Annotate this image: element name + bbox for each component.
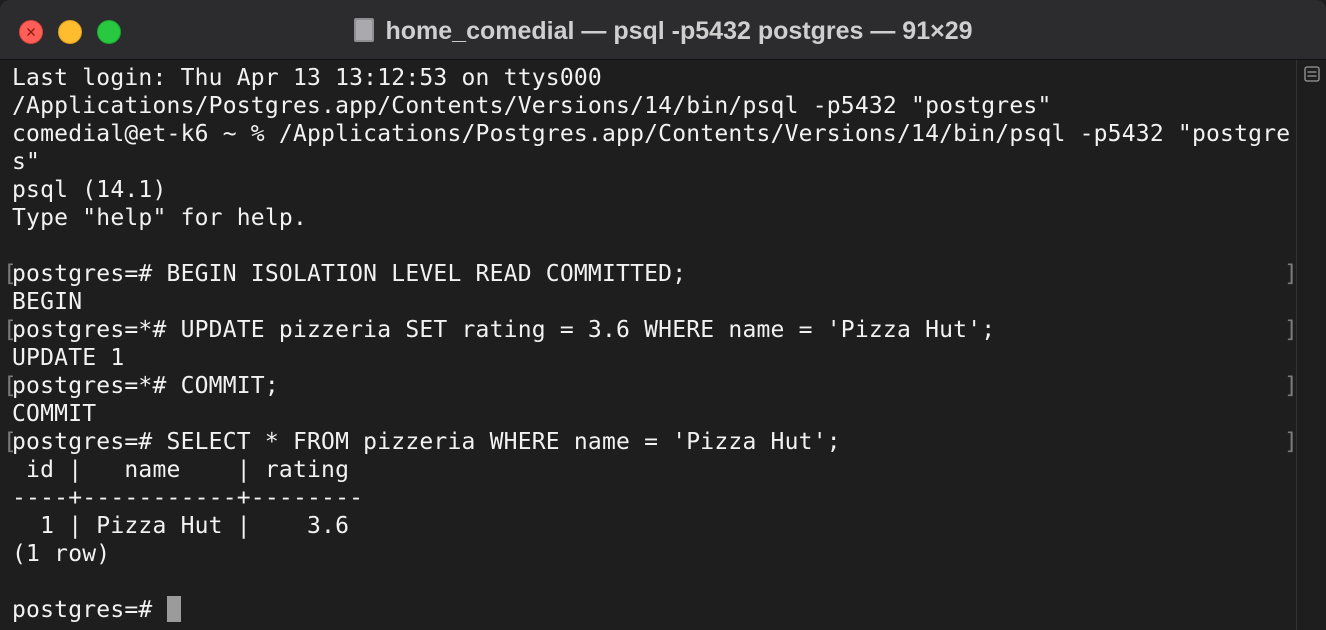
- terminal-line: postgres=# BEGIN ISOLATION LEVEL READ CO…: [12, 261, 687, 287]
- document-icon: [354, 18, 375, 42]
- terminal-output[interactable]: Last login: Thu Apr 13 13:12:53 on ttys0…: [0, 60, 1298, 630]
- title-bar[interactable]: home_comedial — psql -p5432 postgres — 9…: [0, 0, 1326, 60]
- terminal-line: Last login: Thu Apr 13 13:12:53 on ttys0…: [12, 65, 602, 91]
- terminal-line: 1 | Pizza Hut | 3.6: [12, 513, 350, 539]
- mark-bracket-left: [: [3, 317, 17, 343]
- terminal-line: postgres=*# UPDATE pizzeria SET rating =…: [12, 317, 996, 343]
- terminal-line: psql (14.1): [12, 177, 167, 203]
- terminal-line: Type "help" for help.: [12, 205, 307, 231]
- terminal-window: home_comedial — psql -p5432 postgres — 9…: [0, 0, 1326, 630]
- terminal-line: id | name | rating: [12, 457, 350, 483]
- terminal-line: postgres=# SELECT * FROM pizzeria WHERE …: [12, 429, 841, 455]
- scrollbar[interactable]: [1296, 60, 1326, 630]
- terminal-line: /Applications/Postgres.app/Contents/Vers…: [12, 93, 1052, 119]
- terminal-line: ----+-----------+--------: [12, 485, 364, 511]
- window-title: home_comedial — psql -p5432 postgres — 9…: [0, 15, 1326, 47]
- terminal-line: s": [12, 149, 41, 175]
- mark-bracket-left: [: [3, 261, 17, 287]
- text-cursor: [166, 596, 181, 622]
- terminal-line: postgres=*# COMMIT;: [12, 373, 279, 399]
- terminal-line: postgres=#: [12, 596, 181, 624]
- mark-bracket-left: [: [3, 429, 17, 455]
- split-pane-icon[interactable]: [1304, 66, 1320, 82]
- terminal-line: (1 row): [12, 541, 111, 567]
- mark-bracket-left: [: [3, 373, 17, 399]
- terminal-line: BEGIN: [12, 289, 83, 315]
- terminal-line: comedial@et-k6 ~ % /Applications/Postgre…: [12, 121, 1291, 147]
- terminal-line: COMMIT: [12, 401, 97, 427]
- window-title-text: home_comedial — psql -p5432 postgres — 9…: [385, 17, 973, 45]
- terminal-line: UPDATE 1: [12, 345, 125, 371]
